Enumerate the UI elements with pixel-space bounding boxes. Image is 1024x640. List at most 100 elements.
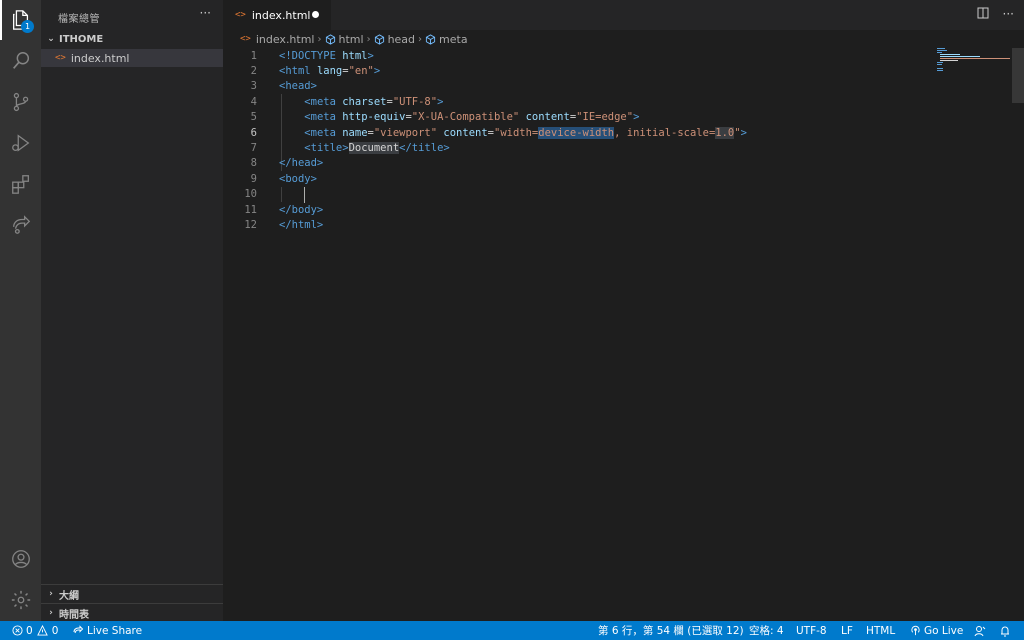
indentation-status[interactable]: 空格: 4	[749, 621, 784, 640]
feedback-button[interactable]	[974, 621, 986, 640]
scrollbar-thumb[interactable]	[1012, 48, 1024, 103]
run-debug-icon	[11, 134, 29, 152]
code-line[interactable]: 6 <meta name="viewport" content="width=d…	[223, 125, 923, 140]
timeline-label: 時間表	[59, 609, 89, 621]
live-share-icon	[73, 624, 84, 633]
code-text: <body>	[279, 173, 317, 185]
chevron-right-icon: ›	[317, 33, 322, 45]
language-mode-status[interactable]: HTML	[866, 621, 895, 640]
code-text: <!DOCTYPE html>	[279, 50, 374, 62]
cursor-position-status[interactable]: 第 6 行，第 54 欄 (已選取 12)	[598, 621, 744, 640]
source-control-button[interactable]	[0, 82, 41, 122]
symbol-element-icon	[425, 33, 436, 45]
code-line[interactable]: 2 <html lang="en">	[223, 63, 923, 78]
code-token: content	[525, 111, 570, 124]
chevron-down-icon: ⌄	[47, 34, 55, 44]
code-token: content	[443, 126, 488, 139]
code-line[interactable]: 7 <title>Document</title>	[223, 140, 923, 155]
code-token: >	[740, 126, 747, 139]
tab-index-html[interactable]: <> index.html	[223, 0, 331, 30]
code-token: "X-UA-Compatible"	[411, 111, 520, 124]
code-token: </body>	[279, 203, 324, 216]
settings-button[interactable]	[0, 580, 41, 620]
run-debug-button[interactable]	[0, 123, 41, 163]
unsaved-dot-icon[interactable]	[312, 11, 319, 18]
outline-section-header[interactable]: › 大綱	[41, 585, 223, 603]
broadcast-icon	[911, 625, 920, 636]
code-line[interactable]: 4 <meta charset="UTF-8">	[223, 94, 923, 109]
accounts-button[interactable]	[0, 539, 41, 579]
file-name: index.html	[70, 51, 130, 65]
breadcrumb-html[interactable]: html	[325, 33, 364, 46]
active-indicator	[0, 0, 2, 40]
symbol-element-icon	[374, 33, 384, 45]
live-share-status[interactable]: Live Share	[72, 621, 142, 640]
code-token: >	[437, 95, 444, 108]
vertical-scrollbar[interactable]	[1012, 48, 1024, 621]
symbol-element-icon	[325, 33, 335, 45]
code-token: 1.0	[715, 126, 735, 139]
more-actions-icon[interactable]: ···	[1003, 7, 1014, 21]
code-token: http-equiv	[342, 111, 406, 124]
workspace-name: ITHOME	[59, 33, 104, 45]
more-actions-button[interactable]: ···	[200, 6, 211, 20]
warning-count: 0	[51, 624, 59, 637]
breadcrumb-head[interactable]: head	[374, 33, 415, 46]
line-number: 8	[250, 157, 257, 170]
line-number: 9	[250, 172, 257, 185]
line-number: 2	[250, 65, 257, 78]
code-line[interactable]: 5 <meta http-equiv="X-UA-Compatible" con…	[223, 110, 923, 125]
code-line[interactable]: 8 </head>	[223, 156, 923, 171]
extensions-button[interactable]	[0, 164, 41, 204]
feedback-icon	[974, 625, 986, 636]
warning-icon	[36, 625, 48, 636]
chevron-right-icon: ›	[49, 589, 53, 599]
code-text: </head>	[279, 157, 323, 169]
html-file-icon: <>	[240, 34, 251, 44]
bell-icon	[1001, 626, 1009, 636]
minimap[interactable]	[935, 48, 1010, 78]
code-token: </title>	[399, 142, 450, 155]
code-line[interactable]: 9 <body>	[223, 171, 923, 186]
go-live-status[interactable]: Go Live	[910, 621, 963, 640]
code-line[interactable]: 3 <head>	[223, 79, 923, 94]
split-editor-icon[interactable]	[977, 7, 989, 19]
tab-bar: <> index.html ···	[223, 0, 1024, 30]
code-token: <html	[279, 65, 317, 78]
workspace-folder-header[interactable]: ⌄ ITHOME	[41, 30, 223, 48]
source-control-icon	[13, 92, 28, 112]
timeline-section-header[interactable]: › 時間表	[41, 604, 223, 622]
breadcrumb-meta[interactable]: meta	[425, 33, 468, 46]
code-line[interactable]: 10	[223, 187, 923, 202]
activity-bar: 1	[0, 0, 41, 621]
chevron-right-icon: ›	[418, 33, 423, 45]
code-line[interactable]: 12 </html>	[223, 217, 923, 232]
code-text: <meta name="viewport" content="width=dev…	[279, 126, 747, 139]
line-number: 1	[250, 49, 257, 62]
code-token: lang	[316, 65, 343, 78]
code-line[interactable]: 1 <!DOCTYPE html>	[223, 48, 923, 63]
breadcrumb-meta-label: meta	[439, 32, 468, 46]
search-button[interactable]	[0, 41, 41, 81]
problems-status[interactable]: 0 0	[12, 621, 58, 640]
code-token: html	[342, 49, 368, 62]
live-share-icon	[12, 215, 30, 234]
notifications-button[interactable]	[999, 621, 1011, 640]
code-token: name	[342, 126, 368, 139]
code-line[interactable]: 11 </body>	[223, 202, 923, 217]
live-share-button[interactable]	[0, 205, 41, 245]
encoding-status[interactable]: UTF-8	[796, 621, 827, 640]
explorer-button[interactable]: 1	[0, 0, 41, 40]
eol-status[interactable]: LF	[841, 621, 853, 640]
code-token: <!DOCTYPE	[279, 49, 343, 62]
gear-icon	[11, 590, 30, 610]
code-text: <meta charset="UTF-8">	[279, 96, 443, 108]
line-number: 4	[250, 95, 257, 108]
breadcrumb-file[interactable]: index.html	[256, 33, 315, 46]
chevron-right-icon: ›	[49, 608, 53, 618]
code-token: >	[633, 111, 640, 124]
code-token: "en"	[348, 65, 374, 78]
file-item-index-html[interactable]: <> index.html	[41, 49, 223, 67]
code-text: <meta http-equiv="X-UA-Compatible" conte…	[279, 111, 639, 123]
